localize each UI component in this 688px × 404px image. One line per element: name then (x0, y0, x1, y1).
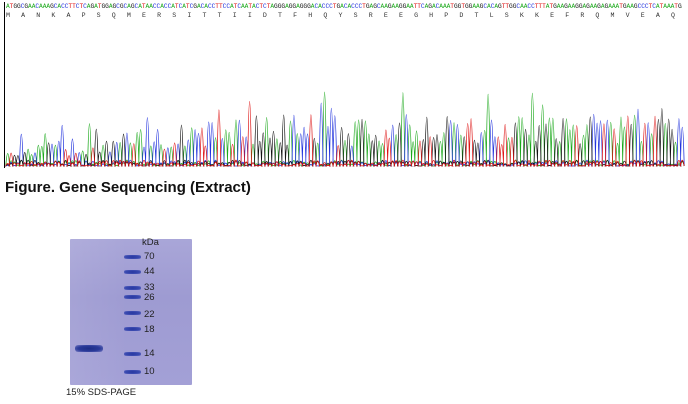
amino-acid-sequence: M A N K A P S Q M E R S I T T I I D T F … (6, 12, 682, 19)
trace-t (5, 101, 685, 167)
ladder-band-44 (124, 270, 141, 274)
ladder-band-10 (124, 370, 141, 374)
sequencing-chromatogram: ATGGCGAACAAAGCACCTTCTCAGATGGAGCGCAGCATAA… (0, 0, 688, 168)
trace-c (4, 102, 685, 167)
ladder-band-70 (124, 255, 141, 259)
ladder-band-18 (124, 327, 141, 331)
marker-label-10: 10 (144, 366, 155, 377)
sds-page-gel-figure: kDa 70 44 33 26 22 18 14 10 15% SDS-PAGE (60, 236, 200, 404)
figure-caption: Figure. Gene Sequencing (Extract) (5, 179, 251, 196)
marker-label-44: 44 (144, 266, 155, 277)
kda-unit-label: kDa (142, 237, 159, 248)
marker-label-18: 18 (144, 324, 155, 335)
ladder-band-33 (124, 286, 141, 290)
sample-protein-band (75, 345, 103, 352)
trace-g (5, 108, 685, 167)
gel-caption: 15% SDS-PAGE (66, 387, 137, 398)
ladder-band-14 (124, 352, 141, 356)
gel-image (70, 239, 192, 385)
marker-label-22: 22 (144, 309, 155, 320)
marker-label-14: 14 (144, 348, 155, 359)
ladder-band-22 (124, 311, 141, 315)
chromatogram-traces (4, 91, 685, 167)
dna-sequence-text: ATGGCGAACAAAGCACCTTCTCAGATGGAGCGCAGCATAA… (6, 3, 682, 10)
ladder-band-26 (124, 295, 141, 299)
marker-label-70: 70 (144, 251, 155, 262)
marker-label-26: 26 (144, 292, 155, 303)
